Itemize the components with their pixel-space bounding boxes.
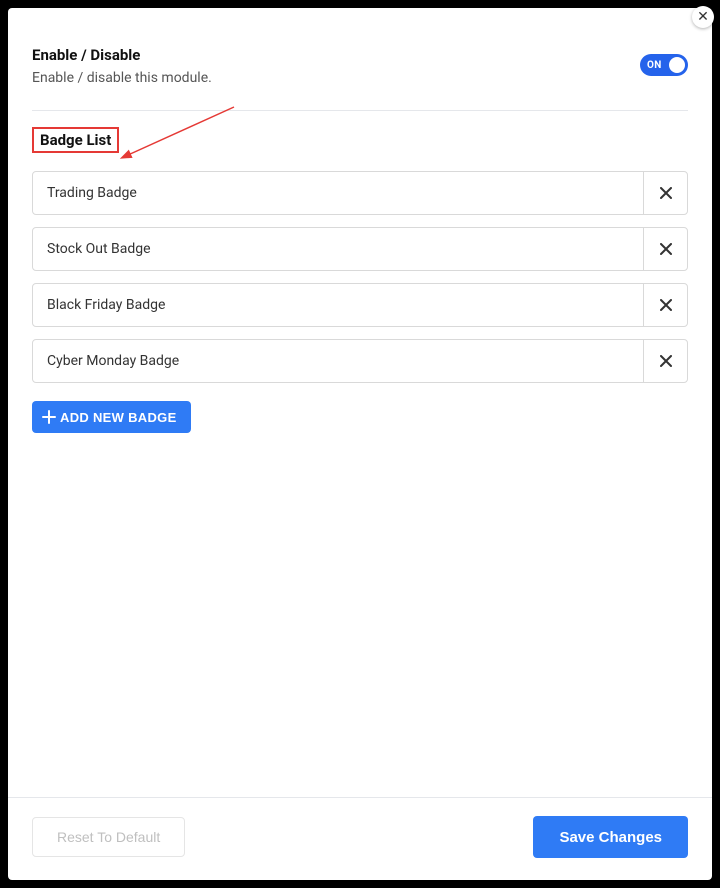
badge-row: Stock Out Badge [32,227,688,271]
badge-label[interactable]: Cyber Monday Badge [33,340,643,382]
panel-content: Enable / Disable Enable / disable this m… [8,8,712,797]
enable-row: Enable / Disable Enable / disable this m… [32,46,688,86]
panel-footer: Reset To Default Save Changes [8,797,712,880]
plus-icon [42,410,56,424]
badge-remove-button[interactable] [643,172,687,214]
enable-text-block: Enable / Disable Enable / disable this m… [32,46,212,86]
divider [32,110,688,111]
badge-list: Trading Badge Stock Out Badge Black Frid… [32,171,688,383]
close-icon [660,299,672,311]
badge-row: Cyber Monday Badge [32,339,688,383]
settings-panel: ✕ Enable / Disable Enable / disable this… [8,8,712,880]
add-button-label: ADD NEW BADGE [60,410,177,425]
reset-to-default-button[interactable]: Reset To Default [32,817,185,857]
badge-label[interactable]: Stock Out Badge [33,228,643,270]
close-icon [660,243,672,255]
close-icon: ✕ [697,9,709,25]
enable-title: Enable / Disable [32,46,212,64]
badge-remove-button[interactable] [643,228,687,270]
badge-label[interactable]: Trading Badge [33,172,643,214]
badge-remove-button[interactable] [643,340,687,382]
close-button[interactable]: ✕ [692,6,714,28]
close-icon [660,355,672,367]
section-title: Badge List [32,127,119,153]
add-new-badge-button[interactable]: ADD NEW BADGE [32,401,191,433]
badge-row: Black Friday Badge [32,283,688,327]
toggle-state-label: ON [647,60,662,71]
badge-row: Trading Badge [32,171,688,215]
enable-subtitle: Enable / disable this module. [32,70,212,86]
badge-label[interactable]: Black Friday Badge [33,284,643,326]
badge-remove-button[interactable] [643,284,687,326]
annotation-arrow [104,105,254,175]
enable-toggle[interactable]: ON [640,54,688,76]
section-title-wrap: Badge List [32,127,119,153]
save-changes-button[interactable]: Save Changes [533,816,688,858]
close-icon [660,187,672,199]
